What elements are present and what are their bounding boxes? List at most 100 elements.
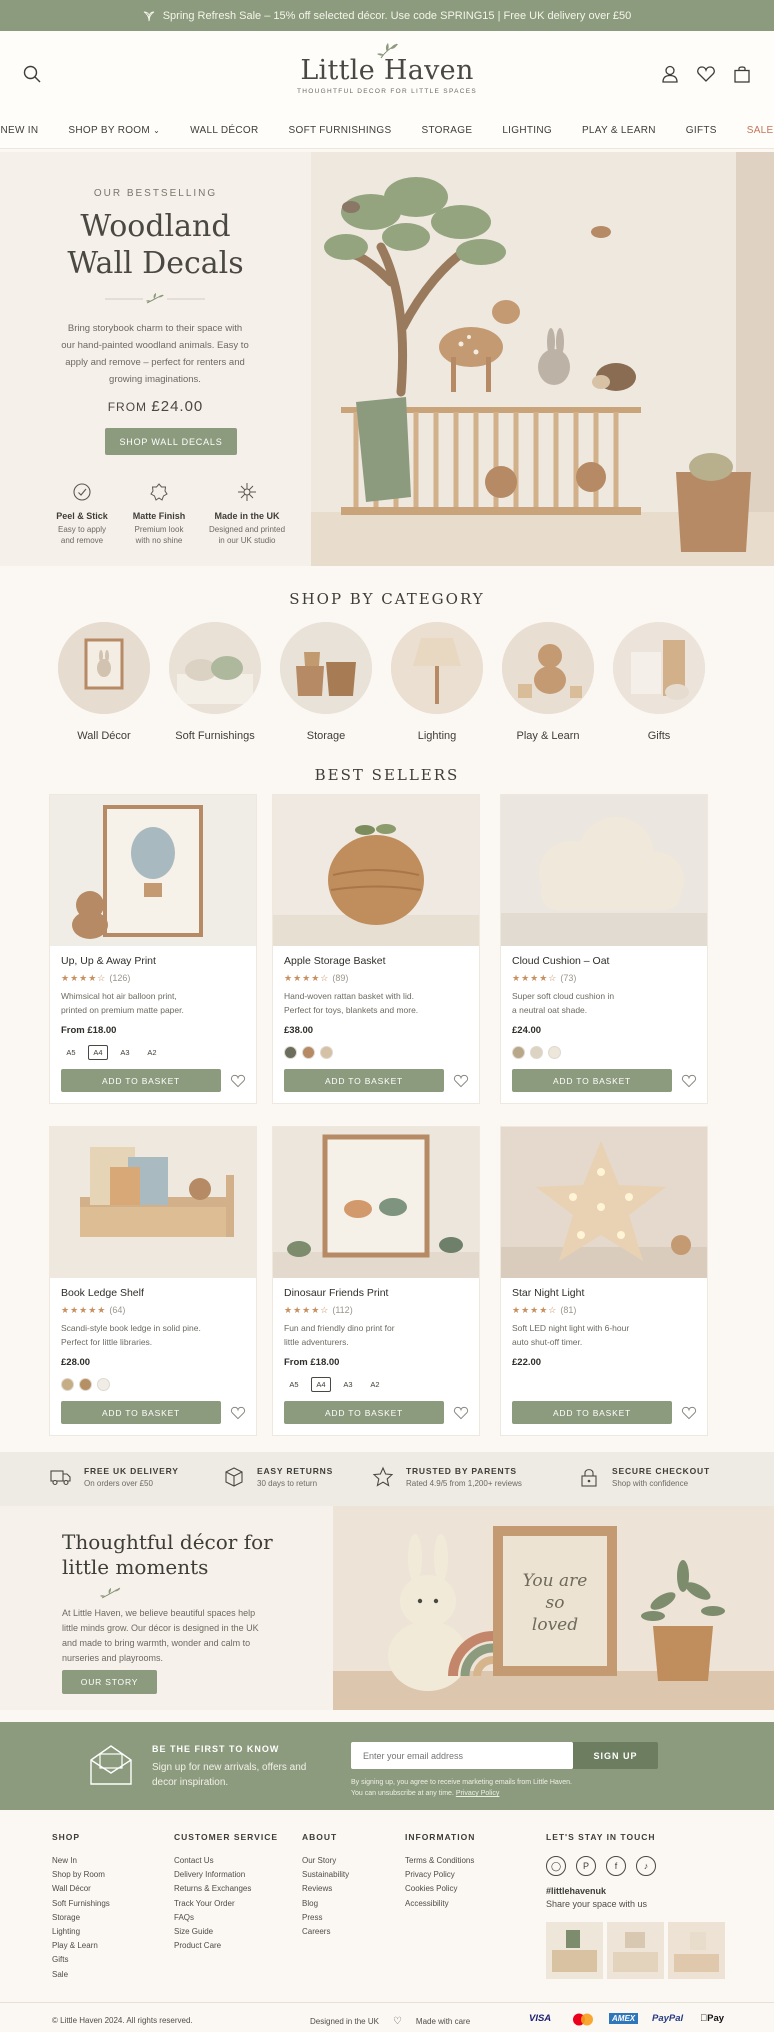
privacy-policy-link[interactable]: Privacy Policy: [456, 1790, 500, 1797]
footer-link[interactable]: Cookies Policy: [405, 1882, 475, 1896]
hero-nursery-image: [311, 152, 774, 566]
product-card[interactable]: Apple Storage Basket ★★★★☆ (89) Hand-wove…: [272, 794, 480, 1104]
color-swatch[interactable]: [284, 1046, 297, 1059]
category-soft-furnishings[interactable]: Soft Furnishings: [165, 622, 265, 742]
footer-link[interactable]: Reviews: [302, 1882, 349, 1896]
product-card[interactable]: Star Night Light ★★★★☆ (81) Soft LED nigh…: [500, 1126, 708, 1436]
color-swatch[interactable]: [548, 1046, 561, 1059]
pinterest-icon[interactable]: P: [576, 1856, 596, 1876]
nav-shop-by-room[interactable]: SHOP BY ROOM ⌄: [53, 125, 175, 136]
footer-touch-column: LET'S STAY IN TOUCH: [546, 1832, 656, 1854]
instagram-thumbnail[interactable]: [668, 1922, 725, 1979]
nav-new-in[interactable]: NEW IN: [0, 125, 53, 136]
shop-wall-decals-button[interactable]: SHOP WALL DECALS: [105, 428, 237, 455]
wishlist-heart-icon[interactable]: [230, 1073, 246, 1089]
footer-link[interactable]: Sale: [52, 1968, 110, 1982]
footer-link[interactable]: Lighting: [52, 1925, 110, 1939]
wishlist-heart-icon[interactable]: [230, 1405, 246, 1421]
wishlist-heart-icon[interactable]: [453, 1405, 469, 1421]
logo[interactable]: Little Haven THOUGHTFUL DECOR FOR LITTLE…: [287, 41, 487, 95]
search-icon[interactable]: [22, 64, 42, 84]
size-option[interactable]: A3: [338, 1377, 358, 1392]
add-to-basket-button[interactable]: ADD TO BASKET: [284, 1069, 444, 1092]
category-wall-decor[interactable]: Wall Décor: [54, 622, 154, 742]
nav-play-learn[interactable]: PLAY & LEARN: [567, 125, 671, 136]
footer-link[interactable]: Gifts: [52, 1953, 110, 1967]
nav-lighting[interactable]: LIGHTING: [487, 125, 567, 136]
color-swatch[interactable]: [97, 1378, 110, 1391]
size-option[interactable]: A5: [284, 1377, 304, 1392]
feature-sub-line: Easy to apply: [57, 525, 107, 534]
size-option[interactable]: A3: [115, 1045, 135, 1060]
instagram-thumbnail[interactable]: [607, 1922, 664, 1979]
add-to-basket-button[interactable]: ADD TO BASKET: [512, 1069, 672, 1092]
color-swatch[interactable]: [320, 1046, 333, 1059]
wishlist-heart-icon[interactable]: [453, 1073, 469, 1089]
footer-link[interactable]: Terms & Conditions: [405, 1854, 475, 1868]
email-input[interactable]: [351, 1742, 573, 1769]
footer-link[interactable]: Soft Furnishings: [52, 1897, 110, 1911]
footer-link[interactable]: Shop by Room: [52, 1868, 110, 1882]
account-icon[interactable]: [660, 64, 680, 84]
add-to-basket-button[interactable]: ADD TO BASKET: [61, 1401, 221, 1424]
category-play-learn[interactable]: Play & Learn: [498, 622, 598, 742]
footer-link[interactable]: Product Care: [174, 1939, 278, 1953]
sign-up-button[interactable]: SIGN UP: [573, 1742, 658, 1769]
footer-link[interactable]: New In: [52, 1854, 110, 1868]
footer-link[interactable]: Storage: [52, 1911, 110, 1925]
product-card[interactable]: Dinosaur Friends Print ★★★★☆ (112) Fun an…: [272, 1126, 480, 1436]
footer-link[interactable]: Track Your Order: [174, 1897, 278, 1911]
footer-link[interactable]: Careers: [302, 1925, 349, 1939]
footer-link[interactable]: Press: [302, 1911, 349, 1925]
footer-link[interactable]: Blog: [302, 1897, 349, 1911]
footer-column-title: CUSTOMER SERVICE: [174, 1832, 279, 1842]
color-swatch[interactable]: [61, 1378, 74, 1391]
nav-gifts[interactable]: GIFTS: [671, 125, 732, 136]
instagram-thumbnail[interactable]: [546, 1922, 603, 1979]
footer-link[interactable]: Delivery Information: [174, 1868, 278, 1882]
nav-soft-furnishings[interactable]: SOFT FURNISHINGS: [274, 125, 407, 136]
add-to-basket-button[interactable]: ADD TO BASKET: [512, 1401, 672, 1424]
nav-storage[interactable]: STORAGE: [406, 125, 487, 136]
wishlist-heart-icon[interactable]: [696, 64, 716, 84]
footer-link[interactable]: Contact Us: [174, 1854, 278, 1868]
made-with-care-text: Made with care: [415, 2017, 471, 2026]
tiktok-icon[interactable]: ♪: [636, 1856, 656, 1876]
size-option[interactable]: A2: [365, 1377, 385, 1392]
category-storage[interactable]: Storage: [276, 622, 376, 742]
basket-bag-icon[interactable]: [732, 64, 752, 84]
product-card[interactable]: Book Ledge Shelf ★★★★★ (64) Scandi-style …: [49, 1126, 257, 1436]
nav-wall-decor[interactable]: WALL DÉCOR: [175, 125, 273, 136]
footer-link[interactable]: Play & Learn: [52, 1939, 110, 1953]
category-gifts[interactable]: Gifts: [609, 622, 709, 742]
color-swatch[interactable]: [512, 1046, 525, 1059]
add-to-basket-button[interactable]: ADD TO BASKET: [284, 1401, 444, 1424]
footer-link[interactable]: Returns & Exchanges: [174, 1882, 278, 1896]
facebook-icon[interactable]: f: [606, 1856, 626, 1876]
wishlist-heart-icon[interactable]: [681, 1405, 697, 1421]
size-option[interactable]: A5: [61, 1045, 81, 1060]
footer-link[interactable]: Wall Décor: [52, 1882, 110, 1896]
footer-link[interactable]: Size Guide: [174, 1925, 278, 1939]
color-swatch[interactable]: [79, 1378, 92, 1391]
category-lighting[interactable]: Lighting: [387, 622, 487, 742]
usp-title: TRUSTED BY PARENTS: [406, 1466, 517, 1476]
our-story-button[interactable]: OUR STORY: [62, 1670, 157, 1694]
color-swatch[interactable]: [302, 1046, 315, 1059]
add-to-basket-button[interactable]: ADD TO BASKET: [61, 1069, 221, 1092]
footer-link[interactable]: Our Story: [302, 1854, 349, 1868]
footer-link[interactable]: Accessibility: [405, 1897, 475, 1911]
color-swatch[interactable]: [530, 1046, 543, 1059]
footer-link[interactable]: Privacy Policy: [405, 1868, 475, 1882]
size-option-selected[interactable]: A4: [88, 1045, 108, 1060]
footer-link[interactable]: Sustainability: [302, 1868, 349, 1882]
size-option[interactable]: A2: [142, 1045, 162, 1060]
footer-link[interactable]: FAQs: [174, 1911, 278, 1925]
instagram-icon[interactable]: ◯: [546, 1856, 566, 1876]
product-card[interactable]: Up, Up & Away Print ★★★★☆ (126) Whimsical…: [49, 794, 257, 1104]
size-option-selected[interactable]: A4: [311, 1377, 331, 1392]
nav-sale[interactable]: SALE: [732, 125, 774, 136]
product-card[interactable]: Cloud Cushion – Oat ★★★★☆ (73) Super soft…: [500, 794, 708, 1104]
wishlist-heart-icon[interactable]: [681, 1073, 697, 1089]
usp-title: SECURE CHECKOUT: [612, 1466, 710, 1476]
